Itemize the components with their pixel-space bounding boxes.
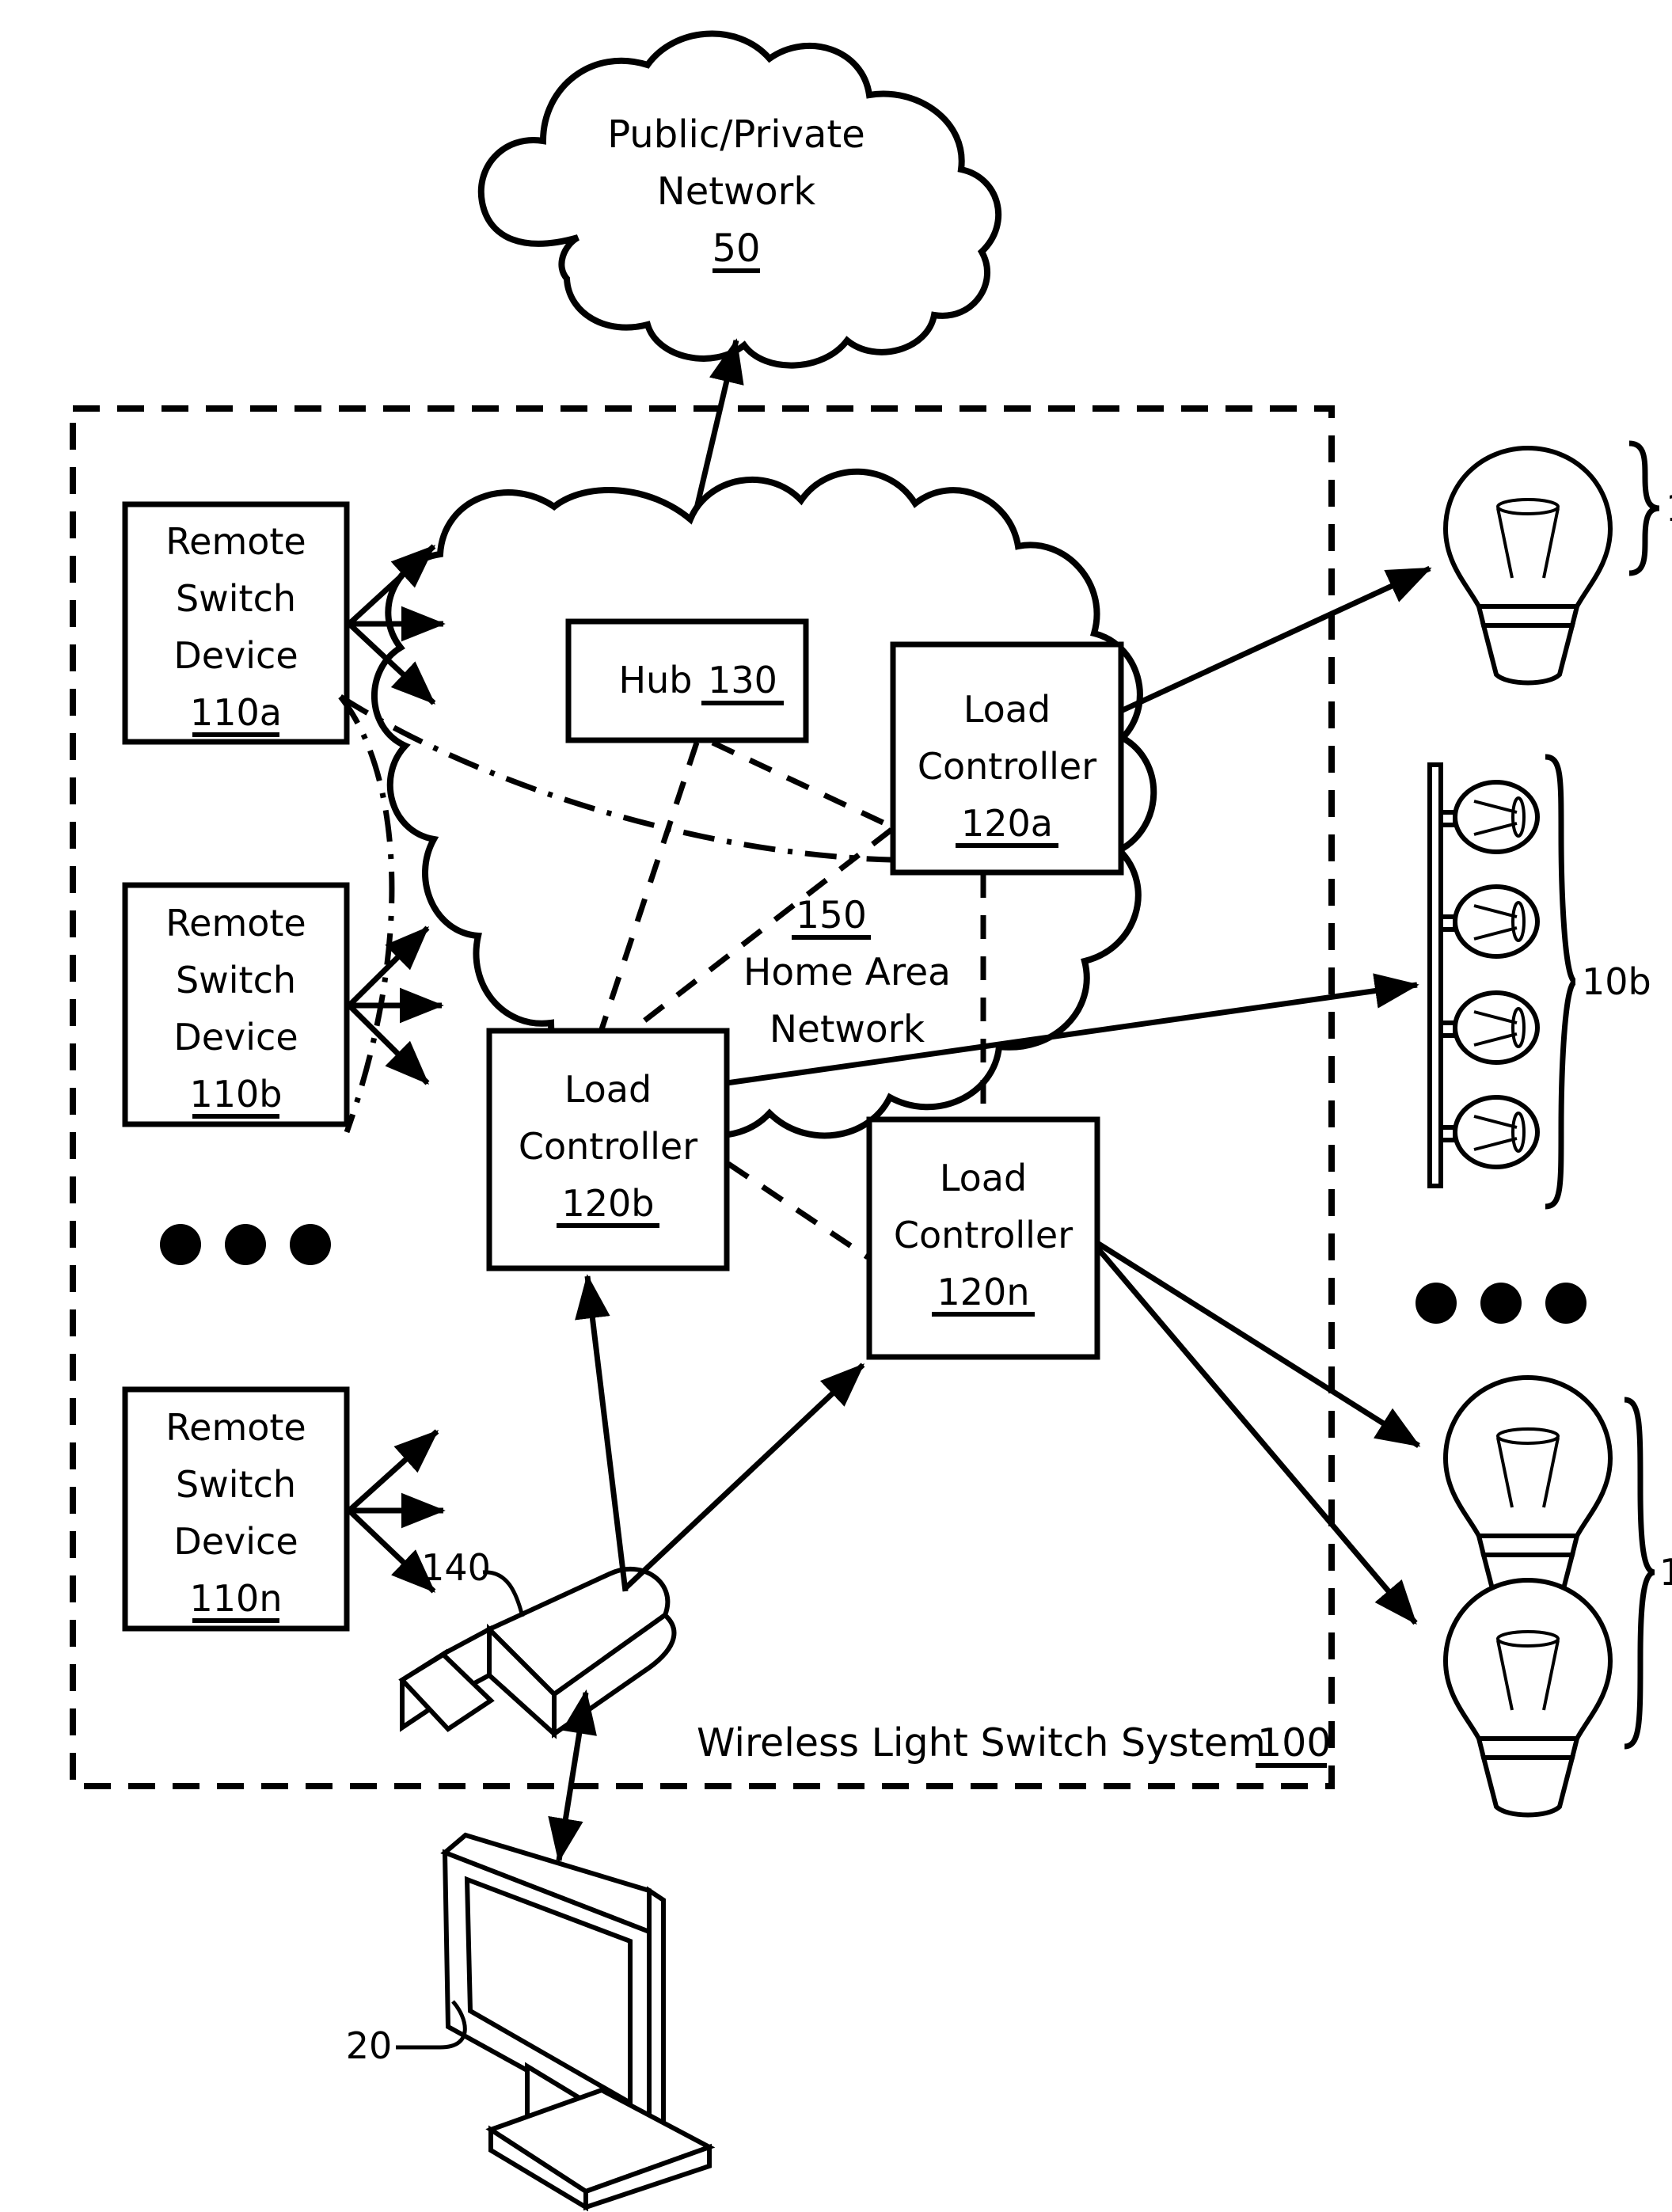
brace-10a xyxy=(1628,440,1660,576)
arrow-dongle-to-120n xyxy=(623,1363,865,1591)
brace-10b xyxy=(1545,754,1577,1210)
ellipsis-left xyxy=(160,1224,331,1265)
han-ref: 150 xyxy=(796,894,867,937)
arrow-120a-to-10a xyxy=(1119,565,1432,714)
lc-120a-line2: Controller xyxy=(918,745,1096,788)
lc-120n-line1: Load xyxy=(940,1157,1027,1199)
rsd-110n-arrow-up xyxy=(347,1429,439,1513)
lc-120n-ref: 120n xyxy=(937,1271,1030,1313)
link-120b-to-120n xyxy=(727,1161,869,1260)
ellipsis-right xyxy=(1416,1283,1586,1324)
arrow-120n-to-10n-bottom xyxy=(1095,1245,1418,1625)
rsd-110b-line3: Device xyxy=(173,1016,298,1058)
usb-dongle xyxy=(398,1566,677,1739)
public-network-line1: Public/Private xyxy=(607,112,865,157)
light-bulb-10n-top xyxy=(1442,1374,1613,1615)
lc-120n-line2: Controller xyxy=(894,1214,1073,1256)
rsd-110a-line3: Device xyxy=(173,634,298,677)
rsd-110n-line1: Remote xyxy=(165,1406,306,1449)
usb-dongle-ref: 140 xyxy=(421,1546,491,1589)
rsd-110n-ref: 110n xyxy=(190,1577,283,1620)
lc-120b-line2: Controller xyxy=(519,1125,697,1168)
hub-ref: 130 xyxy=(708,659,777,701)
track-light-10b xyxy=(1427,762,1540,1188)
rsd-110b-ref: 110b xyxy=(190,1073,283,1116)
lc-120a-ref: 120a xyxy=(961,802,1053,845)
wireless-light-switch-system-diagram: Public/Private Network 50 Remote Switch … xyxy=(70,30,1672,2212)
rsd-110b-line2: Switch xyxy=(176,959,296,1001)
han-line2: Network xyxy=(770,1008,925,1051)
hub-label: Hub xyxy=(619,659,693,701)
light-10b-ref: 10b xyxy=(1582,960,1651,1003)
light-bulb-10n-bottom xyxy=(1442,1577,1613,1818)
rsd-110a-line1: Remote xyxy=(165,520,306,563)
rsd-110n-line3: Device xyxy=(173,1520,298,1563)
lc-120b-line1: Load xyxy=(564,1068,652,1111)
rsd-110a-line2: Switch xyxy=(176,577,296,620)
public-network-line2: Network xyxy=(657,169,816,214)
monitor-ref: 20 xyxy=(346,2024,393,2067)
system-caption: Wireless Light Switch System xyxy=(697,1720,1266,1765)
rsd-110b-line1: Remote xyxy=(165,902,306,944)
system-caption-ref: 100 xyxy=(1257,1720,1332,1765)
light-10a-ref: 10a xyxy=(1666,487,1672,530)
han-line1: Home Area xyxy=(743,951,951,994)
arrow-dongle-to-120b xyxy=(575,1274,629,1592)
rsd-110b-arrow-down xyxy=(347,1003,430,1085)
brace-10n xyxy=(1624,1397,1655,1750)
computer-monitor xyxy=(440,1832,716,2212)
lc-120a-line1: Load xyxy=(963,688,1051,731)
light-10n-ref: 10n xyxy=(1659,1551,1672,1594)
arrow-120n-to-10n-top xyxy=(1096,1241,1421,1448)
rsd-110n-line2: Switch xyxy=(176,1463,296,1506)
light-bulb-10a xyxy=(1442,445,1613,686)
patent-figure-page: Public/Private Network 50 Remote Switch … xyxy=(0,0,1672,2212)
rsd-110a-ref: 110a xyxy=(190,691,282,734)
lc-120b-ref: 120b xyxy=(562,1182,655,1225)
public-network-ref: 50 xyxy=(712,226,760,271)
